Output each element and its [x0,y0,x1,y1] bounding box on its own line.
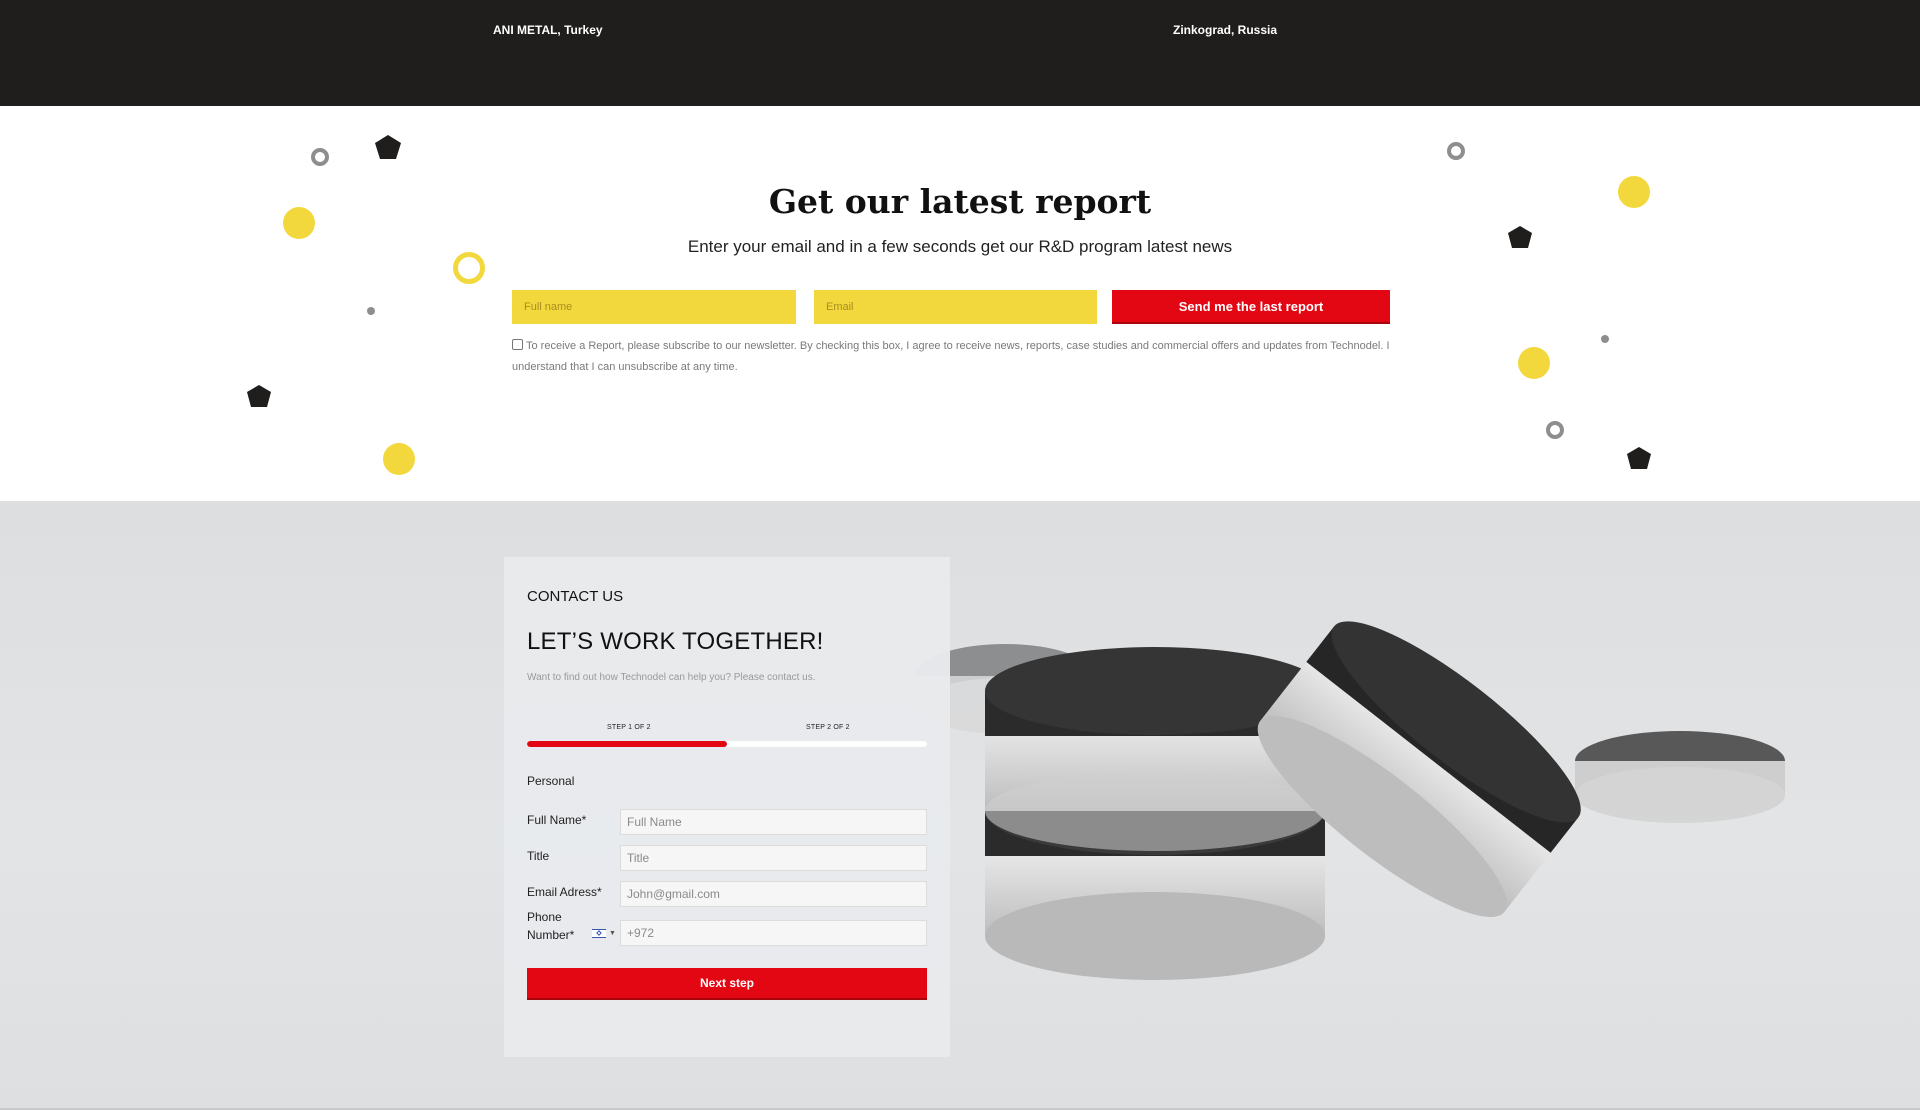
step-2-label: STEP 2 OF 2 [806,724,850,731]
tablets-photo [915,621,1785,980]
ring-gray-decoration [1546,421,1564,439]
report-fullname-input[interactable]: Full name [512,290,796,324]
title-label: Title [527,849,550,863]
section-label-personal: Personal [527,774,575,788]
phone-label: Phone Number* [527,910,575,942]
progress-fill [527,741,727,747]
gray-dot-decoration [1601,335,1609,343]
report-section: Get our latest report Enter your email a… [0,106,1920,501]
locations-band: ANI METAL, Turkey Zinkograd, Russia [0,0,1920,106]
fullname-label: Full Name* [527,813,587,827]
ring-gray-decoration [1447,142,1465,160]
report-subtitle: Enter your email and in a few seconds ge… [687,237,1233,256]
fullname-field[interactable]: Full Name [620,809,927,835]
report-title: Get our latest report [768,182,1152,221]
consent-checkbox[interactable] [512,339,523,350]
step-1-label: STEP 1 OF 2 [607,724,651,731]
contact-description: Want to find out how Technodel can help … [527,672,816,683]
country-code-dropdown[interactable]: ▼ [588,920,620,946]
location-ani-metal: ANI METAL, Turkey [493,23,603,37]
ring-gray-decoration [311,148,329,166]
newsletter-consent: To receive a Report, please subscribe to… [512,336,1392,378]
yellow-dot-decoration [1518,347,1550,379]
contact-eyebrow: CONTACT US [527,588,624,605]
contact-section: CONTACT US LET’S WORK TOGETHER! Want to … [0,501,1920,1110]
contact-form-card: CONTACT US LET’S WORK TOGETHER! Want to … [504,557,950,1057]
contact-heading: LET’S WORK TOGETHER! [527,628,824,655]
pentagon-decoration [247,385,271,407]
israel-flag-icon [592,928,607,938]
location-zinkograd: Zinkograd, Russia [1173,23,1278,37]
consent-text: To receive a Report, please subscribe to… [512,340,1390,373]
yellow-dot-decoration [383,443,415,475]
phone-field[interactable]: +972 [620,920,927,946]
title-field[interactable]: Title [620,845,927,871]
next-step-button[interactable]: Next step [527,968,927,1000]
pentagon-decoration [375,135,401,159]
gray-dot-decoration [367,307,375,315]
report-email-input[interactable]: Email [814,290,1097,324]
send-report-button[interactable]: Send me the last report [1112,290,1390,324]
form-progress-bar [527,741,927,747]
pentagon-decoration [1627,447,1651,469]
email-field[interactable]: John@gmail.com [620,881,927,907]
email-label: Email Adress* [527,885,602,899]
chevron-down-icon: ▼ [609,929,616,937]
